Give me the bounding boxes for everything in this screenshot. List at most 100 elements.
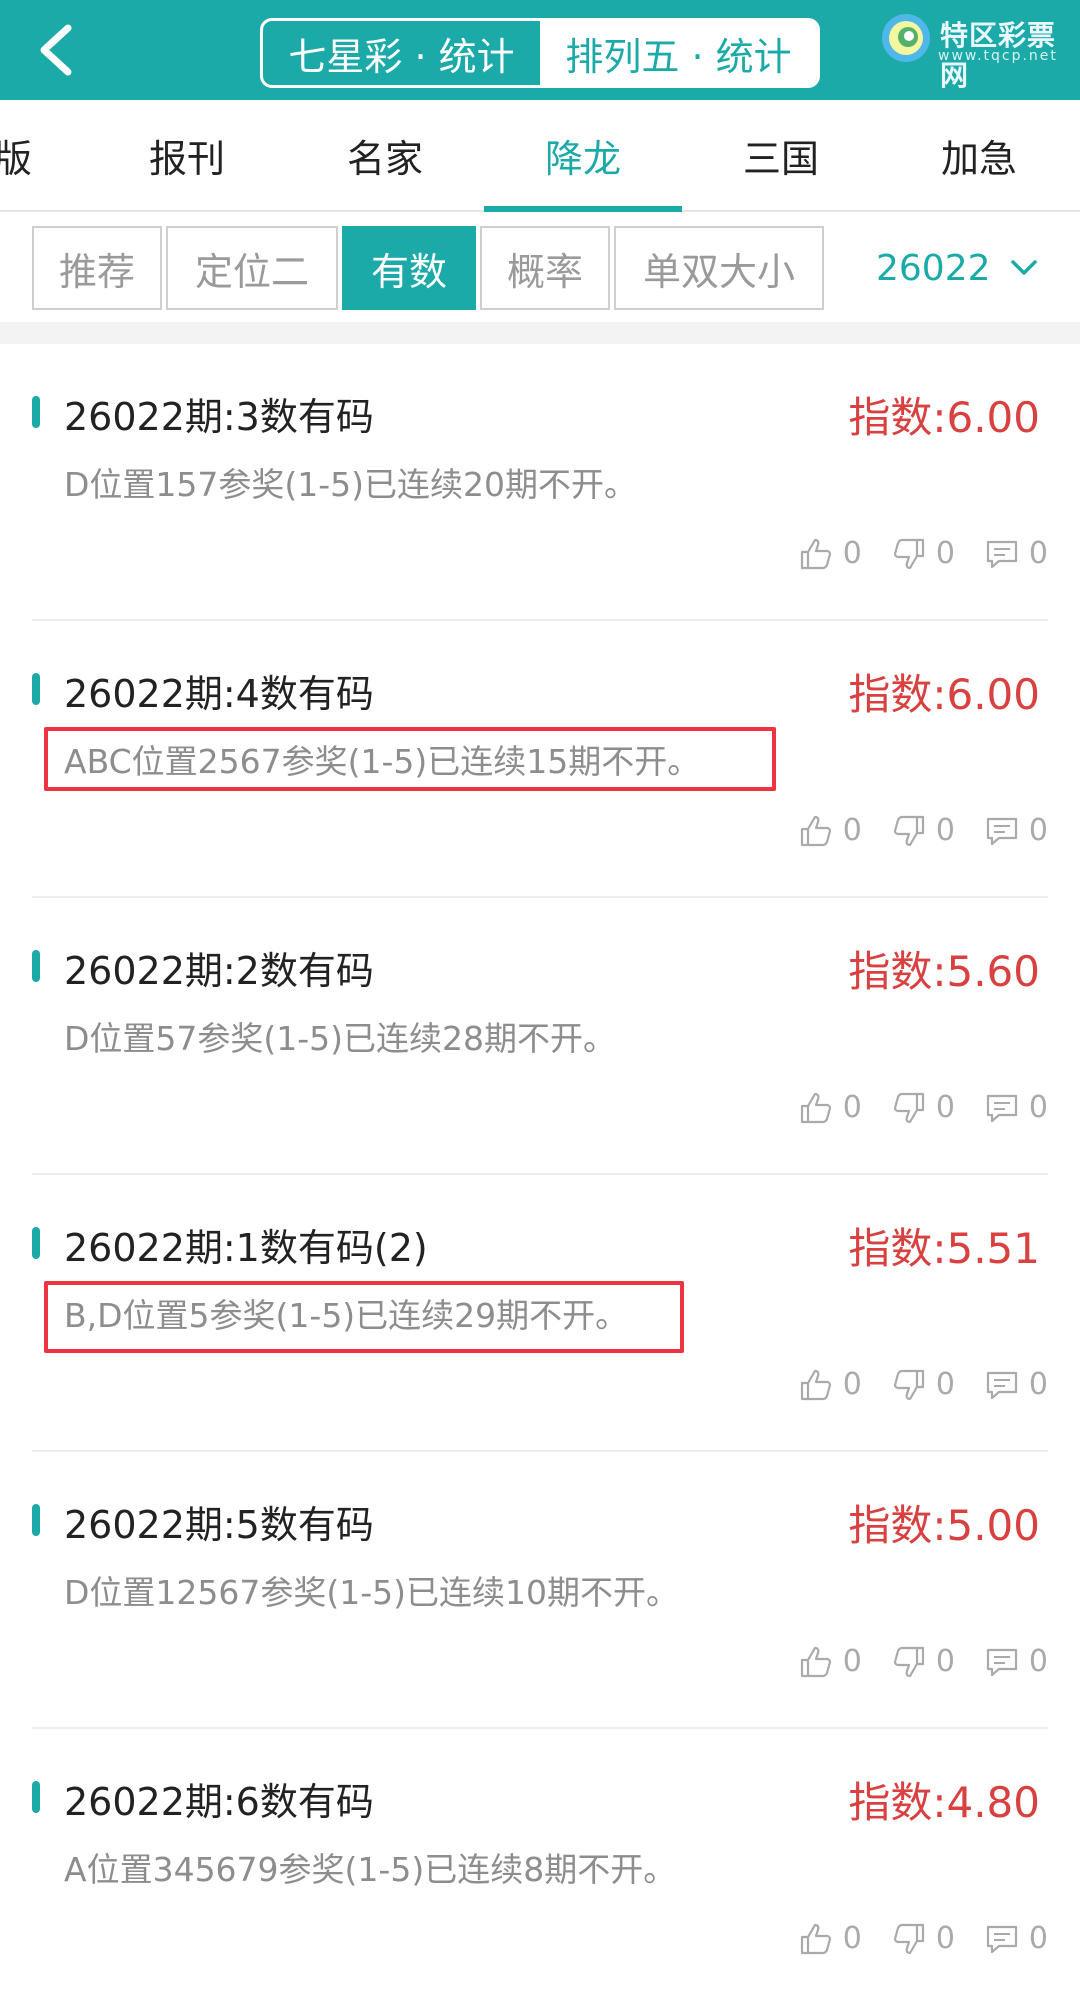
- comment-button[interactable]: 0: [985, 1367, 1048, 1402]
- chevron-left-icon: [40, 24, 72, 76]
- tab-baokan[interactable]: 报刊: [88, 100, 286, 210]
- thumbs-down-icon: [893, 1923, 924, 1954]
- dislike-button[interactable]: 0: [892, 813, 955, 848]
- item-actions: 0 0 0: [769, 1367, 1048, 1402]
- list-item[interactable]: 26022期:5数有码 指数:5.00 D位置12567参奖(1-5)已连续10…: [32, 1452, 1048, 1729]
- thumbs-up-icon: [800, 538, 831, 569]
- tab-mingjia[interactable]: 名家: [286, 100, 484, 210]
- comment-count: 0: [1028, 536, 1048, 571]
- item-description: D位置57参奖(1-5)已连续28期不开。: [64, 1019, 617, 1058]
- logo-url: www.tqcp.net: [938, 48, 1058, 64]
- like-button[interactable]: 0: [799, 813, 862, 848]
- site-logo: 特区彩票网 www.tqcp.net: [878, 8, 1078, 92]
- thumbs-down-icon: [893, 1092, 924, 1123]
- accent-bar: [32, 1504, 40, 1536]
- item-actions: 0 0 0: [769, 1090, 1048, 1125]
- item-title: 26022期:1数有码(2): [64, 1226, 428, 1270]
- category-tabs: 版 报刊 名家 降龙 三国 加急: [0, 100, 1080, 212]
- item-score: 指数:6.00: [848, 393, 1040, 442]
- comment-icon: [986, 817, 1018, 845]
- comment-icon: [986, 1925, 1018, 1953]
- like-button[interactable]: 0: [799, 1367, 862, 1402]
- dislike-button[interactable]: 0: [892, 1090, 955, 1125]
- comment-button[interactable]: 0: [985, 1921, 1048, 1956]
- item-actions: 0 0 0: [769, 813, 1048, 848]
- dislike-count: 0: [935, 1644, 955, 1679]
- comment-icon: [986, 1371, 1018, 1399]
- comment-count: 0: [1028, 1921, 1048, 1956]
- tab-sanguo[interactable]: 三国: [682, 100, 880, 210]
- thumbs-down-icon: [893, 1646, 924, 1677]
- item-title: 26022期:6数有码: [64, 1780, 374, 1824]
- list-item[interactable]: 26022期:6数有码 指数:4.80 A位置345679参奖(1-5)已连续8…: [32, 1729, 1048, 2003]
- segment-pailiewu[interactable]: 排列五 · 统计: [540, 21, 817, 85]
- filter-gailv[interactable]: 概率: [480, 226, 610, 310]
- thumbs-up-icon: [800, 1923, 831, 1954]
- item-title: 26022期:2数有码: [64, 949, 374, 993]
- dislike-count: 0: [935, 536, 955, 571]
- period-value: 26022: [876, 247, 991, 289]
- item-score: 指数:4.80: [848, 1778, 1040, 1827]
- item-title: 26022期:5数有码: [64, 1503, 374, 1547]
- filter-danshuangdaxiao[interactable]: 单双大小: [614, 226, 824, 310]
- list-item[interactable]: 26022期:4数有码 指数:6.00 ABC位置2567参奖(1-5)已连续1…: [32, 621, 1048, 898]
- item-description: D位置157参奖(1-5)已连续20期不开。: [64, 465, 638, 504]
- dislike-button[interactable]: 0: [892, 1367, 955, 1402]
- dislike-count: 0: [935, 1367, 955, 1402]
- dislike-count: 0: [935, 1090, 955, 1125]
- comment-count: 0: [1028, 1367, 1048, 1402]
- list-item[interactable]: 26022期:3数有码 指数:6.00 D位置157参奖(1-5)已连续20期不…: [32, 344, 1048, 621]
- like-button[interactable]: 0: [799, 1090, 862, 1125]
- dislike-button[interactable]: 0: [892, 1644, 955, 1679]
- dislike-button[interactable]: 0: [892, 536, 955, 571]
- item-description: B,D位置5参奖(1-5)已连续29期不开。: [64, 1296, 629, 1335]
- comment-button[interactable]: 0: [985, 536, 1048, 571]
- comment-count: 0: [1028, 813, 1048, 848]
- item-actions: 0 0 0: [769, 536, 1048, 571]
- like-count: 0: [842, 1367, 862, 1402]
- like-count: 0: [842, 1090, 862, 1125]
- comment-count: 0: [1028, 1090, 1048, 1125]
- back-button[interactable]: [28, 18, 92, 82]
- accent-bar: [32, 396, 40, 428]
- tab-jiaji[interactable]: 加急: [880, 100, 1078, 210]
- item-title: 26022期:4数有码: [64, 672, 374, 716]
- like-button[interactable]: 0: [799, 1921, 862, 1956]
- dislike-button[interactable]: 0: [892, 1921, 955, 1956]
- comment-icon: [986, 1094, 1018, 1122]
- thumbs-down-icon: [893, 815, 924, 846]
- like-button[interactable]: 0: [799, 536, 862, 571]
- thumbs-up-icon: [800, 815, 831, 846]
- comment-icon: [986, 1648, 1018, 1676]
- filter-tuijian[interactable]: 推荐: [32, 226, 162, 310]
- item-description: D位置12567参奖(1-5)已连续10期不开。: [64, 1573, 680, 1612]
- like-count: 0: [842, 536, 862, 571]
- list-item[interactable]: 26022期:1数有码(2) 指数:5.51 B,D位置5参奖(1-5)已连续2…: [32, 1175, 1048, 1452]
- tip-list: 26022期:3数有码 指数:6.00 D位置157参奖(1-5)已连续20期不…: [0, 344, 1080, 2003]
- accent-bar: [32, 1227, 40, 1259]
- thumbs-up-icon: [800, 1092, 831, 1123]
- thumbs-down-icon: [893, 538, 924, 569]
- like-button[interactable]: 0: [799, 1644, 862, 1679]
- comment-button[interactable]: 0: [985, 1644, 1048, 1679]
- thumbs-up-icon: [800, 1369, 831, 1400]
- comment-button[interactable]: 0: [985, 813, 1048, 848]
- comment-button[interactable]: 0: [985, 1090, 1048, 1125]
- item-score: 指数:6.00: [848, 670, 1040, 719]
- app-header: 七星彩 · 统计 排列五 · 统计 特区彩票网 www.tqcp.net: [0, 0, 1080, 100]
- lottery-switch: 七星彩 · 统计 排列五 · 统计: [260, 18, 820, 88]
- section-divider: [0, 322, 1080, 344]
- dislike-count: 0: [935, 813, 955, 848]
- segment-qixingcai[interactable]: 七星彩 · 统计: [263, 21, 540, 85]
- filter-youshu[interactable]: 有数: [342, 226, 476, 310]
- accent-bar: [32, 673, 40, 705]
- item-actions: 0 0 0: [769, 1644, 1048, 1679]
- list-item[interactable]: 26022期:2数有码 指数:5.60 D位置57参奖(1-5)已连续28期不开…: [32, 898, 1048, 1175]
- period-selector[interactable]: 26022: [876, 226, 1039, 310]
- accent-bar: [32, 1781, 40, 1813]
- item-description: A位置345679参奖(1-5)已连续8期不开。: [64, 1850, 677, 1889]
- tab-xianglong[interactable]: 降龙: [484, 100, 682, 212]
- swirl-logo-icon: [882, 14, 930, 62]
- filter-dingweier[interactable]: 定位二: [166, 226, 338, 310]
- like-count: 0: [842, 813, 862, 848]
